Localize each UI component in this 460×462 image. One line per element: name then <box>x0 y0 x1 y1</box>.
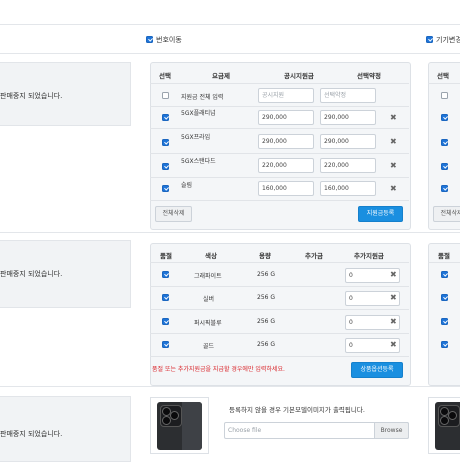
plan-subsidy-input[interactable]: 290,000 <box>258 134 314 149</box>
plan-subsidy-input[interactable]: 220,000 <box>258 158 314 173</box>
plan-header-plan: 요금제 <box>212 72 230 80</box>
close-icon[interactable]: ✖ <box>390 271 397 279</box>
plan-contract-input[interactable]: 220,000 <box>320 158 376 173</box>
close-icon[interactable]: ✖ <box>390 318 397 326</box>
soldout-checkbox-right[interactable] <box>441 294 448 301</box>
warning-text: 품절 또는 추가지원금을 지급할 경우에만 입력하세요. <box>152 366 285 373</box>
number-port-label: 번호이동 <box>156 36 182 44</box>
number-port-checkbox[interactable] <box>146 36 153 43</box>
capacity: 256 G <box>257 341 276 348</box>
plan-row-checkbox[interactable] <box>162 185 169 192</box>
delete-all-button[interactable]: 전체삭제 <box>155 206 192 222</box>
phone-image-frame <box>150 397 209 454</box>
option-header-color: 색상 <box>205 252 217 260</box>
color-name: 그래파이트 <box>194 273 222 280</box>
close-icon[interactable]: ✖ <box>390 114 397 122</box>
plan-contract-input[interactable]: 290,000 <box>320 110 376 125</box>
option-panel-right <box>428 243 460 386</box>
soldout-checkbox-right[interactable] <box>441 318 448 325</box>
bulk-input-label: 지원금 전체 입력 <box>181 94 224 101</box>
register-subsidy-button[interactable]: 지원금등록 <box>358 206 403 222</box>
notice-text: 판매중지 되었습니다. <box>0 270 63 278</box>
plan-row-checkbox[interactable] <box>162 114 169 121</box>
delete-all-button-right[interactable]: 전체삭제 <box>433 206 460 222</box>
plan-header-contract: 선택약정 <box>357 72 381 80</box>
plan-contract-input[interactable]: 290,000 <box>320 134 376 149</box>
plan-subsidy-input[interactable]: 290,000 <box>258 110 314 125</box>
close-icon[interactable]: ✖ <box>390 185 397 193</box>
divider <box>0 53 460 54</box>
plan-subsidy-input[interactable]: 160,000 <box>258 181 314 196</box>
plan-header-select: 선택 <box>159 72 171 80</box>
soldout-checkbox[interactable] <box>162 318 169 325</box>
divider <box>0 386 460 387</box>
plan-row-checkbox-right[interactable] <box>441 114 448 121</box>
color-name: 골드 <box>203 343 215 350</box>
plan-row-checkbox-right[interactable] <box>441 163 448 170</box>
option-header-extra-support: 추가지원금 <box>354 252 384 260</box>
image-info-text: 등록하지 않을 경우 기본모델이미지가 출력됩니다. <box>229 406 365 414</box>
browse-button[interactable]: Browse <box>374 422 409 439</box>
plan-row-checkbox[interactable] <box>162 139 169 146</box>
capacity: 256 G <box>257 294 276 301</box>
notice-text: 판매중지 되었습니다. <box>0 430 63 438</box>
register-option-button[interactable]: 상품옵션등록 <box>351 362 403 378</box>
close-icon[interactable]: ✖ <box>390 294 397 302</box>
soldout-checkbox-right[interactable] <box>441 341 448 348</box>
color-name: 퍼시픽블루 <box>194 320 222 327</box>
plan-name: 슬림 <box>181 182 193 189</box>
plan-header-select-right: 선택 <box>437 72 449 80</box>
phone-image-right <box>435 402 460 450</box>
bulk-select-checkbox[interactable] <box>162 92 169 99</box>
notice-box: 판매중지 되었습니다. <box>0 240 131 308</box>
option-header-extra: 추가금 <box>305 252 323 260</box>
plan-contract-input[interactable]: 160,000 <box>320 181 376 196</box>
plan-panel-right <box>428 62 460 230</box>
plan-name: 5GX프라임 <box>181 134 211 141</box>
capacity: 256 G <box>257 271 276 278</box>
notice-box: 판매중지 되었습니다. <box>0 396 131 462</box>
capacity: 256 G <box>257 318 276 325</box>
plan-name: 5GX플래티넘 <box>181 110 216 117</box>
plan-row-checkbox-right[interactable] <box>441 185 448 192</box>
phone-image-frame-right <box>428 397 460 454</box>
plan-row-checkbox-right[interactable] <box>441 139 448 146</box>
notice-box: 판매중지 되었습니다. <box>0 62 131 126</box>
close-icon[interactable]: ✖ <box>390 341 397 349</box>
device-change-label: 기기변경 <box>436 36 460 44</box>
plan-name: 5GX스탠다드 <box>181 158 216 165</box>
soldout-checkbox-right[interactable] <box>441 271 448 278</box>
soldout-checkbox[interactable] <box>162 271 169 278</box>
plan-row-checkbox[interactable] <box>162 163 169 170</box>
notice-text: 판매중지 되었습니다. <box>0 92 63 100</box>
option-header-capacity: 용량 <box>259 252 271 260</box>
soldout-checkbox[interactable] <box>162 294 169 301</box>
plan-header-subsidy: 공시지원금 <box>284 72 314 80</box>
phone-image <box>157 402 202 450</box>
bulk-select-checkbox-right[interactable] <box>441 92 448 99</box>
option-header-soldout: 품절 <box>160 252 172 260</box>
bulk-contract-input[interactable]: 선택약정 <box>320 88 376 103</box>
device-change-checkbox[interactable] <box>426 36 433 43</box>
color-name: 실버 <box>203 296 215 303</box>
close-icon[interactable]: ✖ <box>390 138 397 146</box>
option-header-soldout-right: 품절 <box>438 252 450 260</box>
bulk-subsidy-input[interactable]: 공시지원 <box>258 88 314 103</box>
divider <box>0 24 460 25</box>
close-icon[interactable]: ✖ <box>390 162 397 170</box>
soldout-checkbox[interactable] <box>162 341 169 348</box>
divider <box>0 232 460 233</box>
file-placeholder: Choose file <box>228 427 262 434</box>
